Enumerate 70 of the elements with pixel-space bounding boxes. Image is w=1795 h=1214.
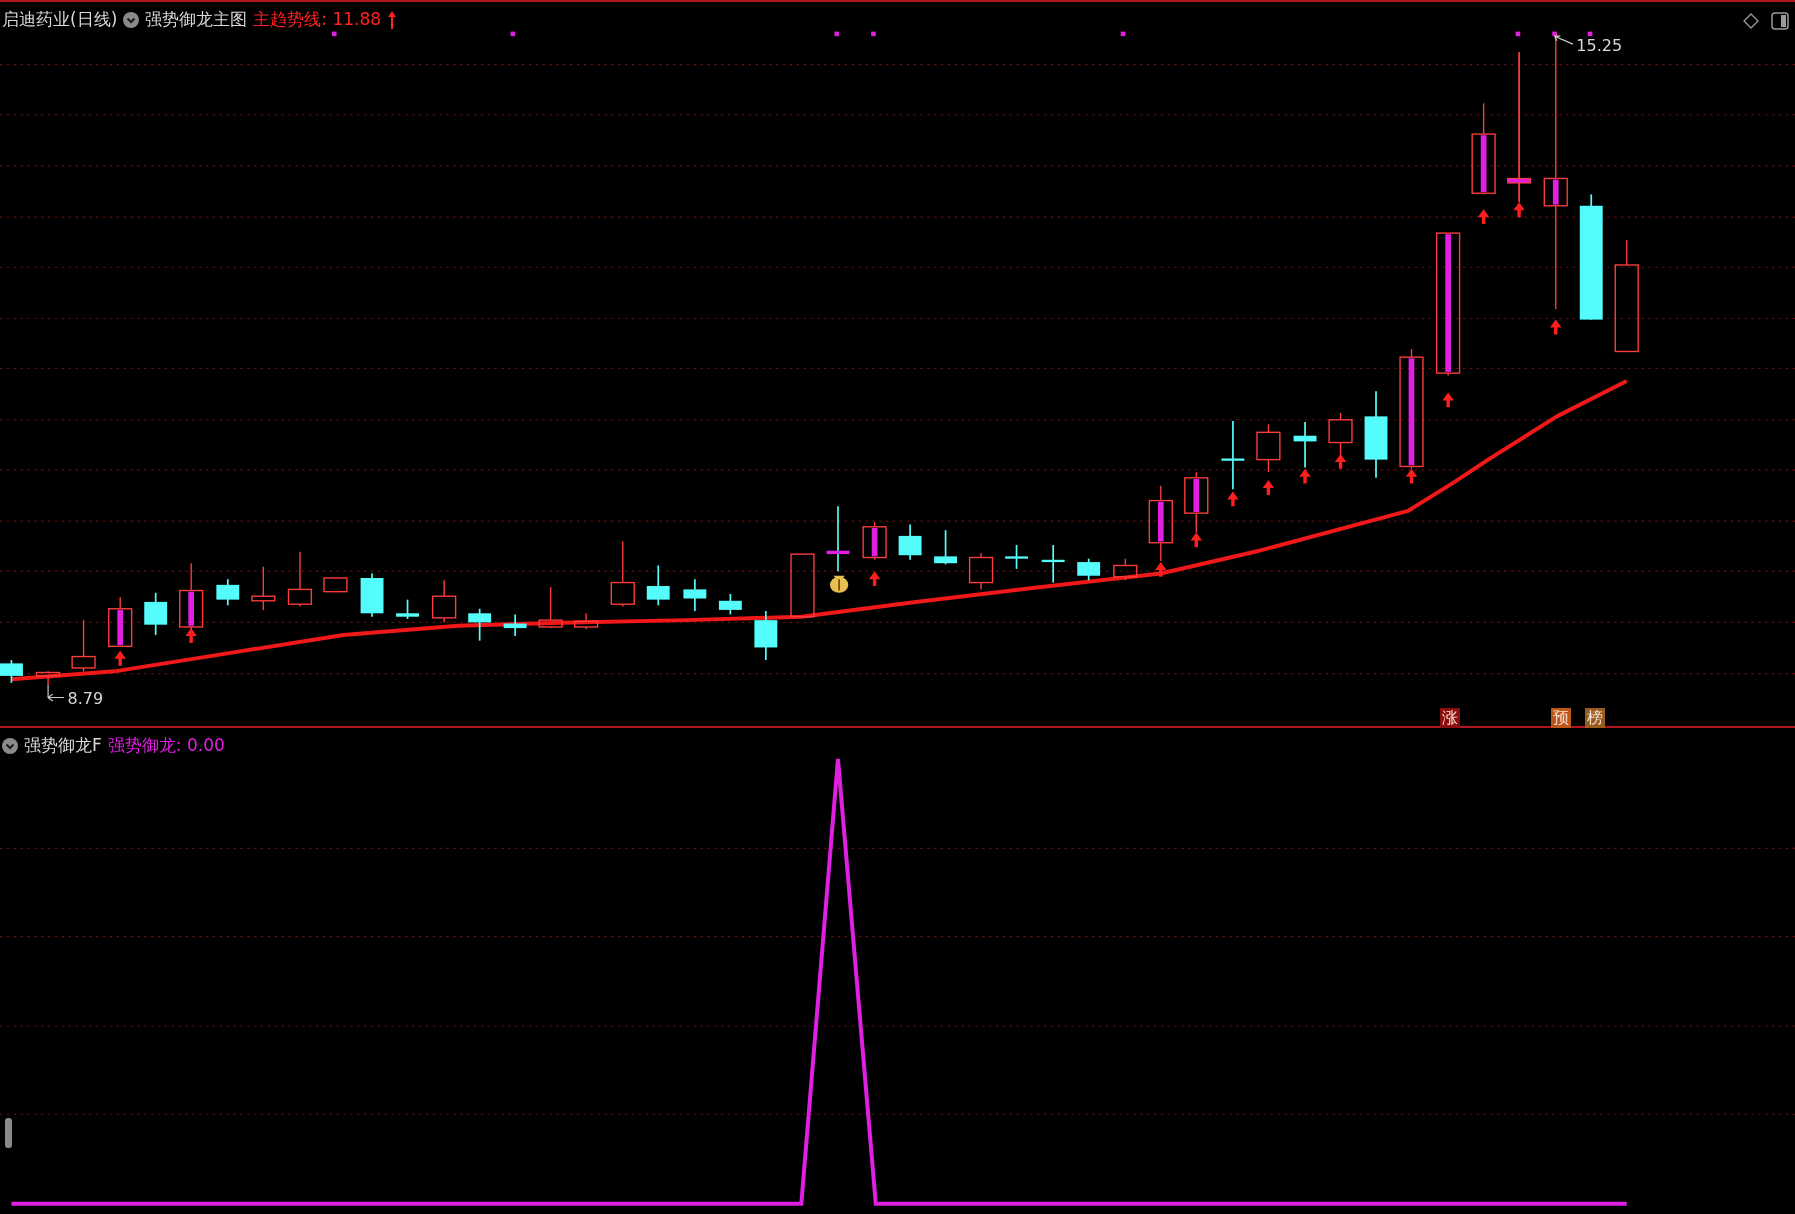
up-arrow-icon bbox=[1227, 491, 1239, 507]
indicator-name: 强势御龙F bbox=[24, 734, 102, 757]
candlestick bbox=[718, 593, 742, 616]
candlestick bbox=[754, 610, 778, 661]
up-arrow-icon bbox=[1190, 532, 1202, 548]
candlestick bbox=[1256, 423, 1281, 473]
candlestick bbox=[646, 564, 670, 607]
candlestick bbox=[1184, 471, 1209, 534]
tag: 预 bbox=[1551, 708, 1571, 728]
diamond-icon[interactable] bbox=[1743, 13, 1759, 29]
candlestick bbox=[790, 553, 815, 619]
indicator-name: 强势御龙主图 bbox=[145, 8, 248, 31]
trend-line-reading: 主趋势线: 11.88 bbox=[253, 8, 382, 31]
candlestick bbox=[1221, 420, 1245, 491]
panel-toggle-icon[interactable] bbox=[1771, 12, 1789, 30]
candlestick bbox=[287, 551, 313, 608]
candlestick bbox=[108, 596, 133, 647]
candlestick bbox=[1077, 557, 1101, 582]
stock-title: 启迪药业(日线) bbox=[2, 8, 118, 31]
candlestick bbox=[360, 572, 384, 618]
up-arrow-icon bbox=[1262, 480, 1275, 495]
candlestick bbox=[1328, 412, 1353, 457]
candlestick bbox=[323, 577, 348, 593]
indicator-reading: 强势御龙: 0.00 bbox=[107, 734, 225, 757]
up-arrow-icon bbox=[1442, 392, 1454, 408]
chevron-down-icon[interactable] bbox=[123, 11, 140, 28]
up-arrow-icon bbox=[868, 571, 881, 586]
up-arrow-icon bbox=[387, 10, 398, 29]
candlestick bbox=[0, 659, 23, 684]
up-arrow-icon bbox=[1550, 319, 1562, 335]
up-arrow-icon bbox=[1299, 468, 1311, 484]
up-arrow-icon bbox=[1513, 202, 1525, 218]
candlestick bbox=[1041, 544, 1065, 584]
candlestick bbox=[968, 552, 994, 591]
candlestick bbox=[610, 540, 635, 608]
up-arrow-icon bbox=[1334, 453, 1347, 469]
candlestick bbox=[934, 529, 958, 566]
tag: 榜 bbox=[1585, 708, 1605, 728]
candlestick bbox=[251, 565, 276, 611]
candlestick bbox=[216, 578, 240, 607]
candlestick bbox=[432, 579, 457, 624]
leader-arrow-icon bbox=[1554, 35, 1574, 45]
candlestick bbox=[35, 670, 61, 686]
up-arrow-icon bbox=[1155, 562, 1167, 577]
candlestick bbox=[898, 523, 922, 561]
up-arrow-icon bbox=[1405, 468, 1418, 484]
candlestick bbox=[468, 607, 492, 642]
candlestick bbox=[1293, 421, 1317, 469]
candlestick bbox=[826, 505, 850, 573]
candlestick bbox=[683, 578, 707, 612]
up-arrow-icon bbox=[1477, 209, 1490, 224]
tag: 涨 bbox=[1440, 708, 1460, 728]
chevron-down-icon[interactable] bbox=[2, 737, 18, 754]
candlestick bbox=[862, 521, 887, 561]
leader-arrow-icon bbox=[47, 684, 65, 702]
money-bag-icon bbox=[829, 575, 849, 593]
candlestick bbox=[1005, 544, 1028, 570]
scroll-handle[interactable] bbox=[5, 1118, 12, 1148]
up-arrow-icon bbox=[185, 628, 197, 643]
candlestick bbox=[1113, 557, 1138, 581]
candlestick bbox=[574, 612, 599, 630]
candlestick bbox=[144, 591, 168, 636]
candlestick bbox=[71, 619, 96, 673]
high-price-label: 15.25 bbox=[1576, 36, 1623, 55]
low-price-label: 8.79 bbox=[67, 689, 104, 709]
up-arrow-icon bbox=[114, 650, 126, 666]
candlestick bbox=[538, 586, 563, 629]
candlestick bbox=[179, 562, 204, 632]
candlestick bbox=[503, 613, 527, 637]
candlestick bbox=[396, 598, 419, 620]
